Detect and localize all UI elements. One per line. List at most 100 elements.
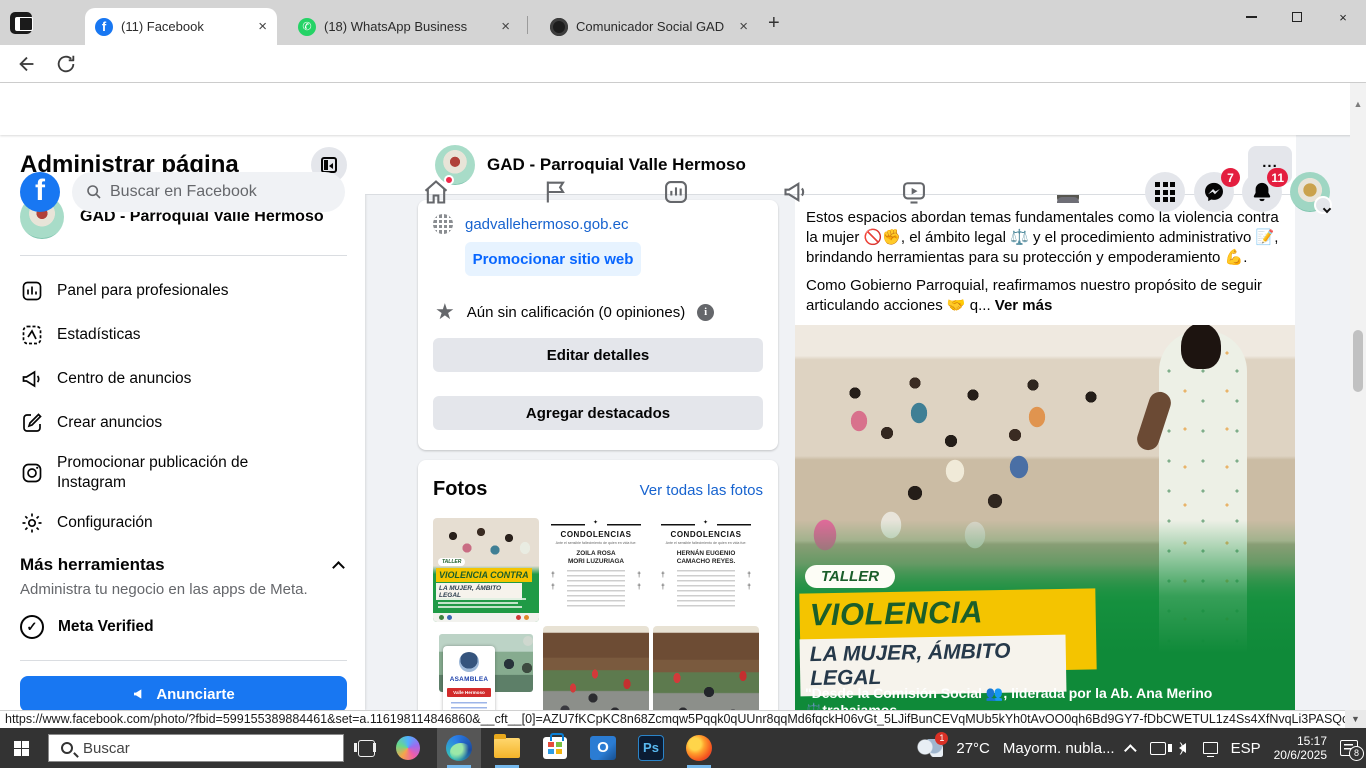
account-avatar[interactable]: [1290, 172, 1330, 212]
see-all-photos-link[interactable]: Ver todas las fotos: [640, 482, 763, 499]
sidebar-item-crear-anuncios[interactable]: Crear anuncios: [8, 401, 357, 445]
video-icon[interactable]: [900, 178, 928, 206]
date: 20/6/2025: [1274, 748, 1327, 762]
taskbar-outlook[interactable]: O: [581, 728, 625, 768]
back-icon[interactable]: [16, 53, 38, 75]
ads-megaphone-icon[interactable]: [782, 178, 810, 206]
page-content: Administrar página GAD - Parroquial Vall…: [0, 135, 1366, 710]
taskbar-photoshop[interactable]: Ps: [629, 728, 673, 768]
task-view-icon[interactable]: [358, 740, 375, 757]
notification-center-icon[interactable]: [1340, 740, 1358, 756]
tablet-mode-icon[interactable]: [1150, 742, 1166, 755]
facebook-search-input[interactable]: Buscar en Facebook: [72, 172, 345, 212]
weather-icon[interactable]: [917, 739, 943, 757]
tab-close-icon[interactable]: ×: [258, 18, 267, 35]
facebook-logo[interactable]: f: [20, 172, 60, 212]
close-button[interactable]: ×: [1320, 0, 1366, 34]
add-featured-button[interactable]: Agregar destacados: [433, 396, 763, 430]
photo-thumb-asamblea[interactable]: ASAMBLEA Valle Hermoso: [433, 626, 539, 710]
sidebar-item-promocionar-instagram[interactable]: Promocionar publicación de Instagram: [8, 445, 357, 501]
taskbar-store[interactable]: [533, 728, 577, 768]
taskbar-explorer[interactable]: [485, 728, 529, 768]
info-icon[interactable]: i: [697, 304, 714, 321]
tab-close-icon[interactable]: ×: [501, 18, 510, 35]
insights-icon[interactable]: [662, 178, 690, 206]
scrollbar-thumb[interactable]: [1353, 330, 1363, 392]
photo-thumb-condolencias-2[interactable]: CONDOLENCIAS Ante el sensible fallecimie…: [653, 518, 759, 622]
sidebar-toggle-icon: [321, 157, 337, 173]
copilot-icon: [396, 736, 420, 760]
grid-icon: [1155, 182, 1175, 202]
taskbar-copilot[interactable]: [386, 728, 430, 768]
post-card: Estos espacios abordan temas fundamental…: [795, 195, 1295, 710]
menu-grid-button[interactable]: [1145, 172, 1185, 212]
clock[interactable]: 15:17 20/6/2025: [1274, 734, 1327, 762]
tab-facebook[interactable]: (11) Facebook ×: [85, 8, 277, 45]
photos-card: Fotos Ver todas las fotos TALLER VIOLENC…: [418, 460, 778, 710]
tab-close-icon[interactable]: ×: [739, 18, 748, 35]
sidebar-item-configuracion[interactable]: Configuración: [8, 501, 357, 545]
advertise-button[interactable]: Anunciarte: [20, 676, 347, 710]
window-controls: ×: [1228, 0, 1366, 34]
taskbar-edge[interactable]: [437, 728, 481, 768]
see-more-link[interactable]: Ver más: [995, 297, 1053, 314]
tab-separator: [527, 16, 528, 34]
minimize-button[interactable]: [1228, 0, 1274, 34]
edge-icon: [446, 735, 472, 761]
sidebar-item-label: Meta Verified: [58, 618, 154, 636]
post-image[interactable]: TALLER VIOLENCIA CONTRA LA MUJER, ÁMBITO…: [795, 325, 1295, 710]
taskbar-search-input[interactable]: Buscar: [48, 734, 344, 762]
chevron-up-icon[interactable]: [332, 561, 345, 574]
sidebar-item-meta-verified[interactable]: ✓ Meta Verified: [20, 615, 154, 639]
tray-expand-icon[interactable]: [1124, 744, 1137, 757]
more-tools-title: Más herramientas: [20, 555, 165, 575]
search-icon: [61, 742, 73, 754]
photo-thumb-event-2[interactable]: [653, 626, 759, 710]
microsoft-store-icon: [543, 737, 567, 759]
sidebar-item-panel-profesionales[interactable]: Panel para profesionales: [8, 269, 357, 313]
weather-desc[interactable]: Mayorm. nubla...: [1003, 740, 1115, 757]
sidebar-item-label: Centro de anuncios: [57, 370, 191, 388]
photo-thumb-condolencias-1[interactable]: CONDOLENCIAS Ante el sensible fallecimie…: [543, 518, 649, 622]
refresh-icon[interactable]: [55, 53, 77, 75]
home-notification-dot: [444, 175, 454, 185]
more-tools-subtitle: Administra tu negocio en las apps de Met…: [20, 581, 308, 598]
messenger-button[interactable]: 7: [1194, 172, 1234, 212]
thumb-title: CONDOLENCIAS: [653, 530, 759, 539]
post-paragraph: Estos espacios abordan temas fundamental…: [806, 208, 1284, 268]
notifications-button[interactable]: 11: [1242, 172, 1282, 212]
network-icon[interactable]: [1203, 742, 1218, 754]
start-button[interactable]: [14, 741, 29, 756]
notifications-badge: 11: [1267, 168, 1288, 187]
page-scrollbar[interactable]: ▲: [1350, 83, 1366, 728]
tab-comunicador[interactable]: Comunicador Social GAD Parroqu ×: [540, 8, 758, 45]
weather-temp[interactable]: 27°C: [956, 740, 990, 757]
maximize-button[interactable]: [1274, 0, 1320, 34]
sidebar-item-centro-anuncios[interactable]: Centro de anuncios: [8, 357, 357, 401]
photo-thumb-taller[interactable]: TALLER VIOLENCIA CONTRA LA MUJER, ÁMBITO…: [433, 518, 539, 622]
advertise-button-label: Anunciarte: [156, 686, 234, 703]
taskbar-firefox[interactable]: [677, 728, 721, 768]
file-explorer-icon: [494, 738, 520, 758]
promote-website-button[interactable]: Promocionar sitio web: [465, 242, 641, 276]
home-icon[interactable]: [422, 178, 450, 206]
sidebar-item-estadisticas[interactable]: Estadísticas: [8, 313, 357, 357]
volume-icon[interactable]: [1179, 743, 1186, 753]
photo-thumb-event-1[interactable]: [543, 626, 649, 710]
tab-title: (11) Facebook: [121, 19, 204, 34]
language-indicator[interactable]: ESP: [1231, 740, 1261, 757]
website-link[interactable]: gadvallehermoso.gob.ec: [465, 216, 628, 233]
pages-flag-icon[interactable]: [542, 178, 570, 206]
star-icon: ★: [435, 302, 455, 322]
scroll-down-arrow[interactable]: ▼: [1345, 710, 1366, 728]
tab-whatsapp[interactable]: (18) WhatsApp Business ×: [288, 8, 520, 45]
thumb-subtitle: Ante el sensible fallecimiento de quien …: [543, 541, 649, 545]
scroll-up-arrow[interactable]: ▲: [1350, 99, 1366, 109]
edit-details-button[interactable]: Editar detalles: [433, 338, 763, 372]
new-tab-button[interactable]: +: [768, 12, 780, 35]
instagram-icon: [20, 461, 44, 485]
poster-tag: TALLER: [805, 565, 895, 588]
thumb-name: ZOILA ROSA MORI LUZURIAGA: [543, 550, 649, 565]
tab-search-icon[interactable]: [10, 12, 32, 34]
sidebar-item-label: Estadísticas: [57, 326, 141, 344]
